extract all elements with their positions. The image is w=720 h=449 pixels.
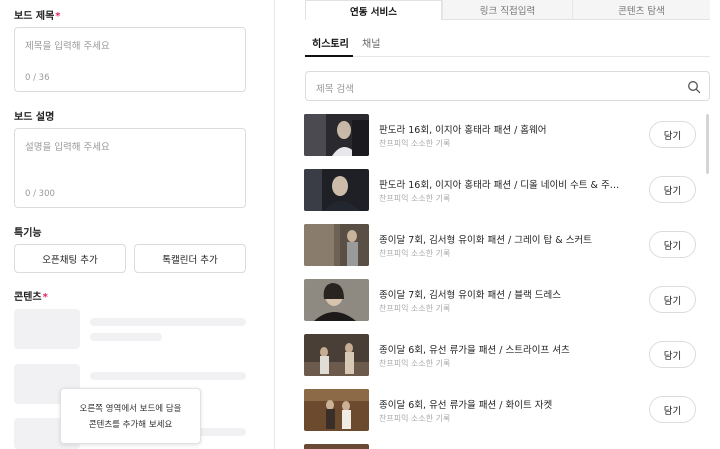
video-thumbnail xyxy=(304,279,369,321)
subtab-divider xyxy=(305,56,710,57)
title-search-input[interactable]: 제목 검색 xyxy=(305,71,710,101)
contents-label: 콘텐츠* xyxy=(14,288,48,303)
add-button[interactable]: 담기 xyxy=(649,341,696,368)
item-source: 찬프피익 소소한 기록 xyxy=(379,304,451,313)
board-title-label-text: 보드 제목 xyxy=(14,11,55,22)
add-button[interactable]: 담기 xyxy=(649,286,696,313)
add-button[interactable]: 담기 xyxy=(649,176,696,203)
board-desc-input[interactable]: 설명을 입력해 주세요 0 / 300 xyxy=(14,128,246,208)
item-title: 판도라 16회, 이지아 홍태라 패션 / 홈웨어 xyxy=(379,125,547,136)
skeleton-line xyxy=(90,333,162,341)
subtab-channel[interactable]: 채널 xyxy=(362,35,380,50)
board-title-input[interactable]: 제목을 입력해 주세요 0 / 36 xyxy=(14,27,246,92)
item-title: 종이달 7회, 김서형 유이화 패션 / 그레이 탑 & 스커트 xyxy=(379,235,592,246)
item-title: 종이달 7회, 김서형 유이화 패션 / 블랙 드레스 xyxy=(379,290,561,301)
list-item[interactable]: 판도라 16회, 이지아 홍태라 패션 / 홈웨어 찬프피익 소소한 기록 담기 xyxy=(304,114,704,158)
subtab-active-indicator xyxy=(305,55,353,57)
tab-content-explore[interactable]: 콘텐츠 탐색 xyxy=(572,0,710,20)
add-button[interactable]: 담기 xyxy=(649,121,696,148)
item-source: 찬프피익 소소한 기록 xyxy=(379,139,451,148)
skeleton-line xyxy=(90,372,246,380)
list-item[interactable]: 종이달 6회, 유선 류가을 패션 / 스트라이프 셔츠 찬프피익 소소한 기록… xyxy=(304,334,704,378)
list-item[interactable]: 종이달 7회, 김서형 유이화 패션 / 블랙 드레스 찬프피익 소소한 기록 … xyxy=(304,279,704,323)
skeleton-thumb xyxy=(14,309,80,349)
board-title-placeholder: 제목을 입력해 주세요 xyxy=(25,41,110,52)
features-label: 특기능 xyxy=(14,228,42,239)
item-source: 찬프피익 소소한 기록 xyxy=(379,359,451,368)
video-thumbnail xyxy=(304,389,369,431)
search-placeholder: 제목 검색 xyxy=(316,84,354,95)
video-thumbnail xyxy=(304,114,369,156)
tooltip-line-2: 콘텐츠를 추가해 보세요 xyxy=(88,420,173,430)
add-talkcalendar-button[interactable]: 톡캘린더 추가 xyxy=(134,244,246,273)
required-mark: * xyxy=(55,11,61,22)
add-openchat-button[interactable]: 오픈채팅 추가 xyxy=(14,244,126,273)
list-item[interactable]: 종이달 6회, 유선 류가을 패션 / 화이트 자켓 찬프피익 소소한 기록 담… xyxy=(304,389,704,433)
add-content-tooltip: 오른쪽 영역에서 보드에 담을 콘텐츠를 추가해 보세요 xyxy=(60,388,201,444)
required-mark: * xyxy=(42,292,48,303)
item-title: 종이달 6회, 유선 류가을 패션 / 화이트 자켓 xyxy=(379,400,553,411)
item-title: 종이달 6회, 유선 류가을 패션 / 스트라이프 셔츠 xyxy=(379,345,570,356)
add-button[interactable]: 담기 xyxy=(649,396,696,423)
item-source: 찬프피익 소소한 기록 xyxy=(379,414,451,423)
video-thumbnail xyxy=(304,334,369,376)
video-thumbnail xyxy=(304,169,369,211)
contents-label-text: 콘텐츠 xyxy=(14,292,42,303)
board-desc-label: 보드 설명 xyxy=(14,112,55,123)
board-title-counter: 0 / 36 xyxy=(25,73,50,83)
board-desc-counter: 0 / 300 xyxy=(25,189,55,199)
board-title-label: 보드 제목* xyxy=(14,7,61,22)
board-form-panel: 보드 제목* 제목을 입력해 주세요 0 / 36 보드 설명 설명을 입력해 … xyxy=(0,0,275,449)
video-thumbnail-partial xyxy=(304,444,369,449)
subtab-history[interactable]: 히스토리 xyxy=(312,35,349,50)
list-item[interactable]: 종이달 7회, 김서형 유이화 패션 / 그레이 탑 & 스커트 찬프피익 소소… xyxy=(304,224,704,268)
add-button[interactable]: 담기 xyxy=(649,231,696,258)
tooltip-line-1: 오른쪽 영역에서 보드에 담을 xyxy=(79,404,182,414)
item-source: 찬프피익 소소한 기록 xyxy=(379,194,451,203)
tab-linked-service[interactable]: 연동 서비스 xyxy=(305,0,442,20)
video-thumbnail xyxy=(304,224,369,266)
list-scrollbar[interactable] xyxy=(706,114,709,174)
board-desc-placeholder: 설명을 입력해 주세요 xyxy=(25,142,110,153)
skeleton-line xyxy=(90,318,246,326)
item-title: 판도라 16회, 이지아 홍태라 패션 / 디올 네이비 수트 & 주… xyxy=(379,180,620,191)
tab-direct-link[interactable]: 링크 직접입력 xyxy=(442,0,572,20)
search-icon[interactable] xyxy=(687,80,701,94)
source-tabs: 연동 서비스 링크 직접입력 콘텐츠 탐색 xyxy=(305,0,710,20)
item-source: 찬프피익 소소한 기록 xyxy=(379,249,451,258)
list-item[interactable]: 판도라 16회, 이지아 홍태라 패션 / 디올 네이비 수트 & 주… 찬프피… xyxy=(304,169,704,213)
